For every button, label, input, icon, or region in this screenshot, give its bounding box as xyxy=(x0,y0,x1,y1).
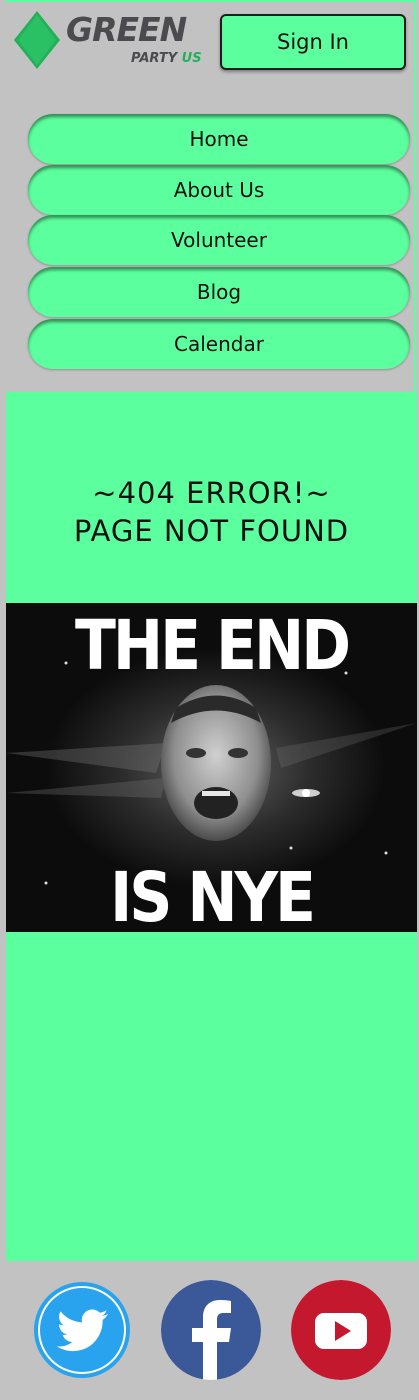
site-footer xyxy=(6,1261,417,1400)
site-header: GREEN PARTY US Sign In Home About Us Vol… xyxy=(6,0,416,392)
nav-item-calendar[interactable]: Calendar xyxy=(28,319,410,369)
logo-party-text: PARTY xyxy=(131,51,178,66)
diamond-logo-icon xyxy=(14,11,60,69)
facebook-icon[interactable] xyxy=(161,1280,261,1380)
sign-in-button[interactable]: Sign In xyxy=(220,14,406,70)
twitter-icon[interactable] xyxy=(32,1280,132,1380)
logo-wordmark-green: GREEN xyxy=(66,10,187,49)
meme-image: THE END IS NYE xyxy=(6,603,417,932)
nav-item-home[interactable]: Home xyxy=(28,114,410,164)
meme-bottom-text: IS NYE xyxy=(109,857,316,932)
main-content: ~404 ERROR!~ PAGE NOT FOUND THE END IS N… xyxy=(6,392,417,1261)
green-party-logo[interactable]: GREEN PARTY US xyxy=(12,5,202,71)
logo-us-text: US xyxy=(181,51,202,66)
meme-top-text: THE END xyxy=(74,605,351,687)
youtube-icon[interactable] xyxy=(291,1280,391,1380)
logo-wordmark-party: PARTY US xyxy=(131,52,202,65)
nav-item-blog[interactable]: Blog xyxy=(28,267,410,317)
nav-item-volunteer[interactable]: Volunteer xyxy=(28,215,410,265)
error-heading: ~404 ERROR!~ xyxy=(92,476,331,510)
nav-item-about-us[interactable]: About Us xyxy=(28,165,410,215)
error-subheading: PAGE NOT FOUND xyxy=(73,514,350,548)
